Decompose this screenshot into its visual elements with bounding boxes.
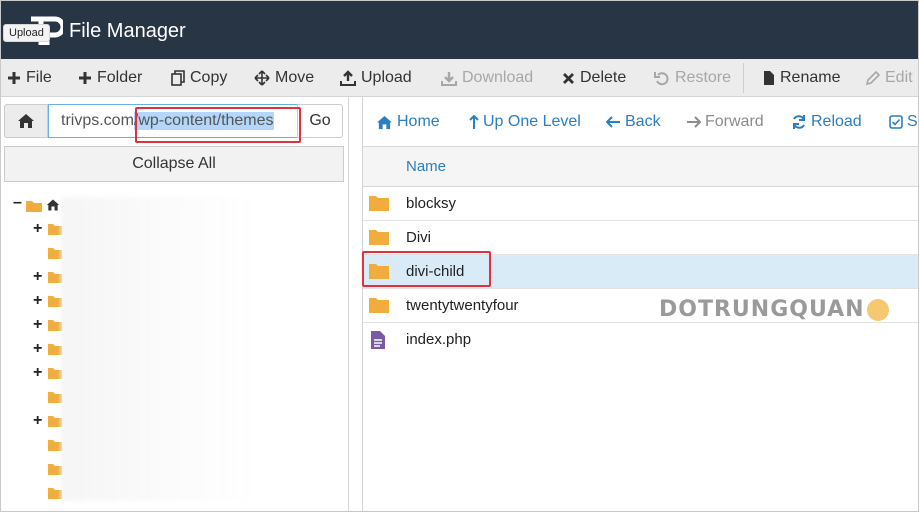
reload-label: Reload [811,113,862,130]
expand-toggle-icon[interactable]: + [33,317,45,333]
expand-toggle-icon[interactable]: + [33,365,45,381]
forward-label: Forward [705,113,764,130]
file-name: index.php [406,331,472,348]
close-x-icon [563,72,574,84]
toolbar: File Folder Copy Move Upload Download De… [1,59,918,97]
refresh-icon [793,115,805,129]
file-row[interactable]: index.php [363,323,918,357]
move-label: Move [275,69,315,86]
new-folder-button[interactable]: Folder [78,59,142,97]
back-label: Back [625,113,661,130]
file-name: blocksy [406,195,457,212]
page-title: File Manager [69,20,186,42]
plus-icon [79,72,91,84]
download-label: Download [462,69,534,86]
folder-icon [369,298,389,313]
upload-label: Upload [361,69,412,86]
reload-button[interactable]: Reload [791,112,862,132]
new-file-label: File [26,69,52,86]
forward-button[interactable]: Forward [686,112,764,132]
edit-button[interactable]: Edit [865,59,913,97]
download-icon [441,72,457,86]
rename-label: Rename [780,69,841,86]
go-button[interactable]: Go [297,104,343,138]
delete-button[interactable]: Delete [562,59,626,97]
toolbar-divider [743,63,744,93]
file-row[interactable]: blocksy [363,187,918,221]
home-icon [377,115,392,129]
move-button[interactable]: Move [254,59,314,97]
collapse-toggle-icon[interactable]: – [13,195,25,211]
blurred-region [61,197,254,501]
up-one-level-label: Up One Level [483,113,581,130]
pencil-icon [865,70,880,85]
file-name: twentytwentyfour [406,297,519,314]
app-header: Upload File Manager [1,1,918,59]
home-directory-button[interactable] [4,104,48,138]
expand-toggle-icon[interactable]: + [33,269,45,285]
expand-toggle-icon[interactable]: + [33,293,45,309]
folder-icon [369,196,389,211]
watermark: DOTRUNGQUAN [659,297,889,322]
home-icon [46,199,60,211]
rename-button[interactable]: Rename [763,59,840,97]
select-all-label: Se [907,113,918,130]
copy-icon [171,70,185,86]
edit-label: Edit [885,69,913,86]
arrow-up-icon [469,114,479,129]
watermark-text: DOTRUNGQUAN [659,297,865,322]
folder-open-icon [26,201,42,212]
checkbox-icon [889,115,903,129]
upload-button[interactable]: Upload [340,59,412,97]
undo-icon [654,72,669,86]
copy-label: Copy [190,69,228,86]
file-list-panel: Home Up One Level Back Forward Reload Se [362,97,918,511]
copy-button[interactable]: Copy [171,59,227,97]
home-icon [18,114,34,128]
upload-tooltip: Upload [3,24,50,42]
select-all-button[interactable]: Se [889,112,918,132]
watermark-badge-icon [866,299,889,321]
php-file-icon [371,331,385,349]
download-button[interactable]: Download [441,59,533,97]
file-table-header: Name [363,147,918,187]
document-icon [764,71,774,85]
file-name: Divi [406,229,431,246]
selected-folder-highlight-box [362,251,491,287]
restore-button[interactable]: Restore [654,59,731,97]
restore-label: Restore [675,69,732,86]
file-row[interactable]: Divi [363,221,918,255]
up-one-level-button[interactable]: Up One Level [469,112,581,132]
nav-home-label: Home [397,113,440,130]
navigation-bar: Home Up One Level Back Forward Reload Se [363,97,918,147]
upload-icon [340,70,356,86]
new-file-button[interactable]: File [7,59,52,97]
name-column-header[interactable]: Name [406,158,446,175]
expand-toggle-icon[interactable]: + [33,413,45,429]
expand-toggle-icon[interactable]: + [33,221,45,237]
collapse-all-button[interactable]: Collapse All [4,146,344,182]
file-manager-window: Upload File Manager File Folder Copy Mov… [0,0,919,512]
arrow-left-icon [606,116,620,128]
plus-icon [8,72,20,84]
path-highlight-box [135,107,301,143]
back-button[interactable]: Back [606,112,661,132]
arrow-right-icon [687,116,701,128]
new-folder-label: Folder [97,69,143,86]
folder-icon [369,230,389,245]
delete-label: Delete [580,69,627,86]
path-domain: trivps.com [61,112,134,129]
directory-tree-panel: trivps.com/wp-content/themes Go Collapse… [1,97,349,511]
expand-toggle-icon[interactable]: + [33,341,45,357]
move-arrows-icon [254,70,270,86]
nav-home-button[interactable]: Home [376,112,440,132]
